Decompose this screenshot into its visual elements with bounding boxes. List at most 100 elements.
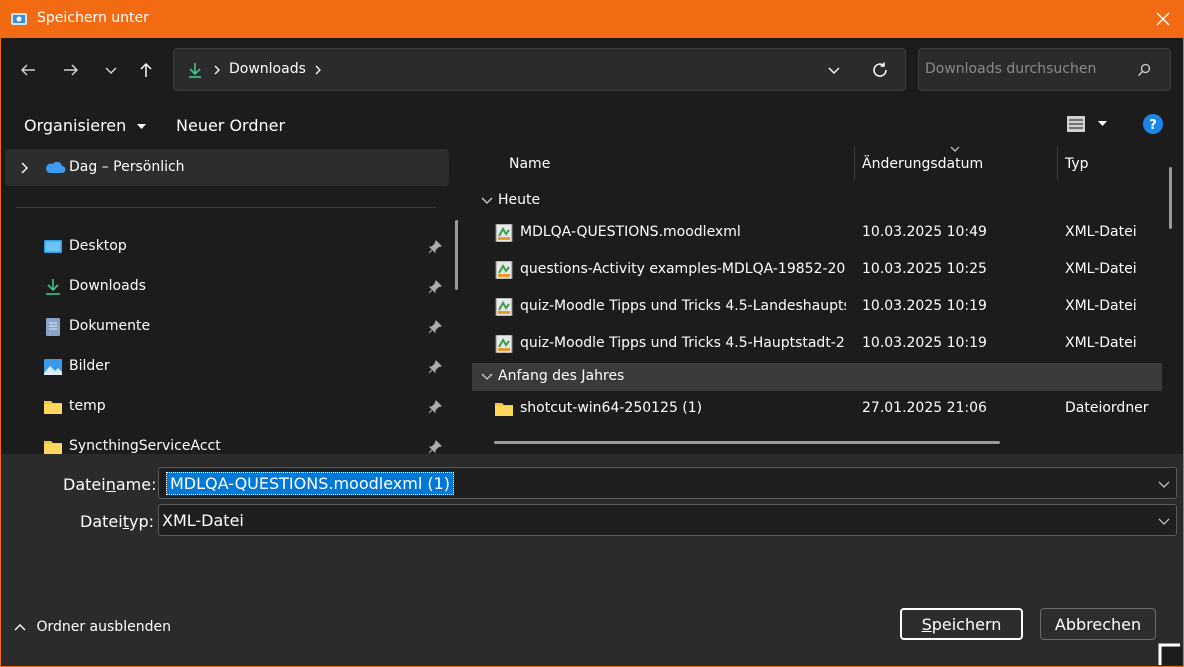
refresh-icon[interactable] [871, 61, 889, 79]
column-header-name[interactable]: Name [509, 156, 550, 172]
chevron-right-icon[interactable] [19, 162, 29, 174]
onedrive-icon [46, 161, 66, 173]
sidebar-item-label: temp [69, 398, 106, 414]
search-icon [1138, 63, 1151, 76]
file-name: MDLQA-QUESTIONS.moodlexml [520, 224, 741, 240]
column-separator[interactable] [854, 146, 855, 180]
hide-folders-button[interactable]: Ordner ausblenden [14, 619, 171, 635]
new-folder-button[interactable]: Neuer Ordner [176, 116, 285, 135]
filename-input[interactable]: MDLQA-QUESTIONS.moodlexml (1) [158, 467, 1177, 499]
breadcrumb-downloads[interactable]: Downloads [229, 61, 306, 77]
address-dropdown-chevron-icon[interactable] [827, 64, 841, 78]
arrow-left-icon [20, 64, 35, 76]
xml-file-icon [495, 335, 513, 353]
pin-icon[interactable] [428, 440, 442, 454]
resize-grip[interactable] [1158, 641, 1184, 667]
file-row[interactable]: questions-Activity examples-MDLQA-19852-… [472, 252, 1162, 288]
file-list[interactable]: Name Änderungsdatum Typ Heute MDLQA-QUES… [472, 146, 1183, 454]
column-header-type[interactable]: Typ [1065, 156, 1089, 172]
sidebar-item-label: Bilder [69, 358, 110, 374]
app-icon [10, 10, 28, 28]
search-box[interactable] [918, 48, 1171, 91]
vertical-scrollbar[interactable] [1169, 167, 1172, 229]
title-bar [0, 0, 1184, 38]
file-date: 10.03.2025 10:19 [862, 335, 987, 351]
divider [16, 207, 436, 208]
file-name: shotcut-win64-250125 (1) [520, 400, 703, 416]
file-row[interactable]: MDLQA-QUESTIONS.moodlexml 10.03.2025 10:… [472, 215, 1162, 251]
group-label: Anfang des Jahres [498, 368, 625, 384]
view-options-button[interactable] [1066, 114, 1107, 138]
cancel-button[interactable]: Abbrechen [1040, 608, 1156, 640]
chevron-down-icon[interactable] [1158, 515, 1170, 527]
folder-icon [44, 441, 62, 454]
sidebar-item-desktop[interactable]: Desktop [1, 229, 456, 265]
sidebar-item-documents[interactable]: Dokumente [1, 309, 456, 345]
sidebar-item-label: Dokumente [69, 318, 151, 334]
filename-value[interactable]: MDLQA-QUESTIONS.moodlexml (1) [166, 472, 455, 495]
xml-file-icon [495, 224, 513, 242]
sidebar-item-pictures[interactable]: Bilder [1, 349, 456, 385]
chevron-right-icon [214, 65, 220, 75]
up-button[interactable] [132, 56, 160, 84]
chevron-right-icon[interactable] [313, 64, 323, 76]
pin-icon[interactable] [428, 280, 442, 294]
file-name: quiz-Moodle Tipps und Tricks 4.5-Hauptst… [520, 335, 846, 351]
file-row[interactable]: quiz-Moodle Tipps und Tricks 4.5-Landesh… [472, 289, 1162, 325]
documents-icon [46, 318, 60, 336]
chevron-down-icon[interactable] [1158, 478, 1170, 490]
file-type: Dateiordner [1065, 400, 1149, 416]
organize-label: Organisieren [24, 116, 127, 135]
chevron-down-icon [481, 197, 493, 204]
filetype-select[interactable]: XML-Datei [158, 504, 1177, 536]
filetype-label: Dateityp: [80, 512, 154, 531]
column-separator[interactable] [1057, 146, 1058, 180]
chevron-down-icon [481, 373, 493, 380]
column-header-date[interactable]: Änderungsdatum [862, 156, 983, 172]
folder-icon [44, 401, 62, 414]
file-row[interactable]: shotcut-win64-250125 (1) 27.01.2025 21:0… [472, 391, 1162, 427]
recent-locations-button[interactable] [97, 56, 125, 84]
downloads-icon [189, 63, 201, 78]
svg-text:?: ? [1149, 118, 1157, 133]
pin-icon[interactable] [428, 240, 442, 254]
pin-icon[interactable] [428, 400, 442, 414]
pictures-icon [44, 359, 62, 375]
downloads-icon [46, 279, 60, 295]
file-type: XML-Datei [1065, 298, 1137, 314]
forward-button[interactable] [57, 56, 85, 84]
sidebar-item-syncthing[interactable]: SyncthingServiceAcct [1, 429, 456, 454]
file-date: 27.01.2025 21:06 [862, 400, 987, 416]
sidebar-item-label: Desktop [69, 238, 127, 254]
sidebar-item-onedrive[interactable]: Dag – Persönlich [5, 149, 449, 186]
chevron-down-icon [105, 67, 117, 75]
horizontal-scrollbar[interactable] [494, 441, 1000, 444]
sidebar-item-label: SyncthingServiceAcct [69, 438, 221, 454]
chevron-up-icon [14, 624, 26, 631]
pin-icon[interactable] [428, 320, 442, 334]
help-button[interactable]: ? [1143, 114, 1163, 138]
caret-down-icon [1098, 121, 1107, 126]
navigation-pane-scrollbar[interactable] [455, 220, 458, 290]
sidebar-item-label: Dag – Persönlich [69, 159, 185, 175]
organize-button[interactable]: Organisieren [24, 116, 146, 135]
sidebar-item-temp[interactable]: temp [1, 389, 456, 425]
pin-icon[interactable] [428, 360, 442, 374]
navigation-pane[interactable]: Dag – Persönlich Desktop Downloads Dokum… [1, 146, 470, 454]
close-button[interactable] [1150, 6, 1176, 32]
group-header[interactable]: Heute [472, 187, 1162, 215]
xml-file-icon [495, 261, 513, 279]
list-view-icon [1067, 116, 1085, 132]
file-row[interactable]: quiz-Moodle Tipps und Tricks 4.5-Hauptst… [472, 326, 1162, 362]
hide-folders-label: Ordner ausblenden [36, 619, 171, 635]
search-input[interactable] [925, 61, 1125, 77]
back-button[interactable] [14, 56, 42, 84]
xml-file-icon [495, 298, 513, 316]
sidebar-item-downloads[interactable]: Downloads [1, 269, 456, 305]
filename-label: Dateiname: [63, 475, 157, 494]
save-button[interactable]: Speichern [900, 608, 1023, 640]
address-bar[interactable]: Downloads [173, 48, 906, 91]
caret-down-icon [136, 124, 146, 129]
group-label: Heute [498, 192, 541, 208]
group-header[interactable]: Anfang des Jahres [472, 363, 1162, 391]
